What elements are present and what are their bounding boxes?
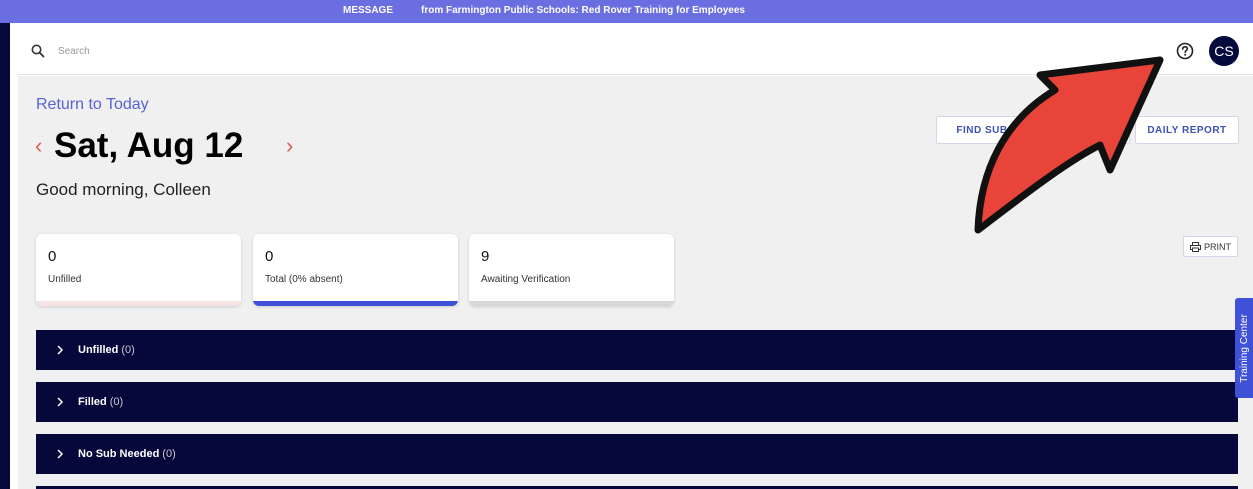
message-banner: MESSAGE from Farmington Public Schools: …: [0, 0, 1253, 23]
section-label: Filled: [78, 396, 107, 408]
user-avatar[interactable]: CS: [1209, 36, 1239, 66]
stat-label: Awaiting Verification: [481, 274, 571, 285]
chevron-left-icon[interactable]: ‹: [35, 133, 42, 159]
section-count: (0): [109, 396, 124, 408]
help-circle-icon[interactable]: [1175, 41, 1195, 61]
greeting-text: Good morning, Colleen: [36, 180, 211, 199]
find-sub-label: FIND SUB: [956, 124, 1008, 136]
search-input[interactable]: [58, 43, 358, 59]
stat-card-unfilled[interactable]: 0 Unfilled: [36, 234, 241, 306]
stat-value: 0: [48, 248, 57, 265]
find-sub-button[interactable]: FIND SUB: [936, 116, 1028, 144]
daily-report-button[interactable]: DAILY REPORT: [1135, 116, 1239, 144]
sign-in-icon: [1038, 125, 1048, 135]
section-unfilled[interactable]: Unfilled (0): [36, 330, 1238, 370]
training-center-tab[interactable]: Training Center: [1235, 298, 1253, 398]
stat-card-total[interactable]: 0 Total (0% absent): [253, 234, 458, 306]
chevron-right-icon: [57, 397, 64, 407]
sub-sign-in-button[interactable]: SUB SIGN IN: [1028, 116, 1130, 144]
banner-text: from Farmington Public Schools: Red Rove…: [421, 5, 745, 16]
page-title-date: Sat, Aug 12: [54, 126, 244, 165]
training-center-label: Training Center: [1238, 313, 1250, 383]
section-no-sub-needed[interactable]: No Sub Needed (0): [36, 434, 1238, 474]
sub-sign-in-label: SUB SIGN IN: [1053, 124, 1120, 136]
section-label: Unfilled: [78, 344, 119, 356]
stat-value: 9: [481, 248, 490, 265]
chevron-right-icon: [57, 449, 64, 459]
return-to-today-link[interactable]: Return to Today: [36, 96, 149, 114]
chevron-right-icon: [57, 345, 64, 355]
stat-label: Total (0% absent): [265, 274, 343, 285]
stat-bar: [36, 301, 241, 306]
stat-card-awaiting-verification[interactable]: 9 Awaiting Verification: [469, 234, 674, 306]
stat-bar: [469, 301, 674, 306]
top-search-bar: CS: [18, 27, 1253, 75]
section-label: No Sub Needed: [78, 448, 160, 460]
chevron-right-icon[interactable]: ›: [286, 133, 293, 159]
banner-label: MESSAGE: [343, 5, 394, 16]
stat-value: 0: [265, 248, 274, 265]
stat-bar: [253, 301, 458, 306]
search-icon: [31, 44, 45, 58]
section-filled[interactable]: Filled (0): [36, 382, 1238, 422]
print-button[interactable]: PRINT: [1183, 236, 1238, 257]
daily-report-label: DAILY REPORT: [1147, 124, 1227, 136]
printer-icon: [1190, 241, 1201, 252]
section-count: (0): [162, 448, 176, 460]
stat-label: Unfilled: [48, 274, 82, 285]
print-label: PRINT: [1204, 241, 1231, 252]
left-nav-edge: [0, 23, 10, 489]
section-count: (0): [121, 344, 135, 356]
